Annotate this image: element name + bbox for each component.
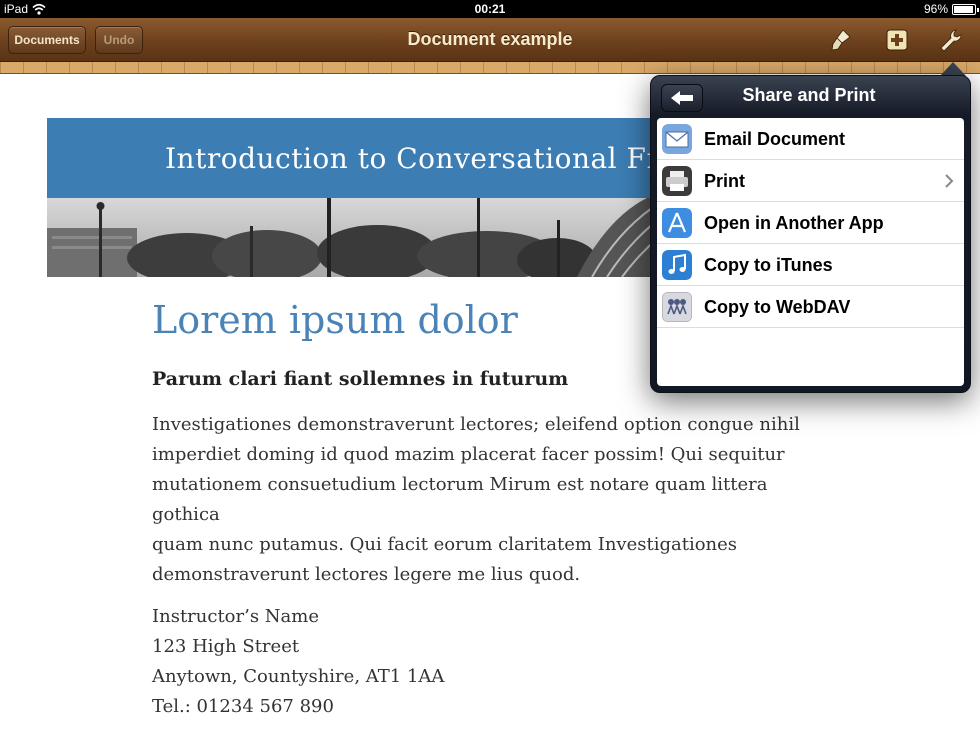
body-line: Investigationes demonstraverunt lectores…: [152, 414, 800, 435]
document-subheading[interactable]: Parum clari fiant sollemnes in futurum: [152, 368, 568, 390]
body-line: demonstraverunt lectores legere me lius …: [152, 564, 581, 585]
ruler[interactable]: [0, 62, 980, 74]
app-store-icon: [662, 208, 692, 238]
street-address: 123 High Street: [152, 636, 300, 657]
contact-block[interactable]: Instructor’s Name 123 High Street Anytow…: [152, 602, 444, 722]
copy-to-itunes-label: Copy to iTunes: [704, 255, 833, 275]
add-icon[interactable]: [884, 27, 910, 53]
print-label: Print: [704, 171, 746, 191]
share-options-list: Email Document Print Open in Another App: [657, 118, 964, 386]
paris-skyline-image: [47, 198, 697, 277]
copy-to-webdav-item[interactable]: Copy to WebDAV: [657, 286, 964, 328]
telephone: Tel.: 01234 567 890: [152, 696, 334, 717]
banner-title: Introduction to Conversational French: [165, 142, 697, 175]
copy-to-itunes-item[interactable]: Copy to iTunes: [657, 244, 964, 286]
popover-arrow: [940, 62, 966, 76]
back-button[interactable]: [661, 84, 703, 112]
popover-title: Share and Print: [742, 85, 876, 105]
body-paragraph[interactable]: Investigationes demonstraverunt lectores…: [152, 410, 832, 590]
battery-percent: 96%: [923, 2, 948, 16]
print-item[interactable]: Print: [657, 160, 964, 202]
wrench-icon[interactable]: [938, 27, 964, 53]
email-document-label: Email Document: [704, 129, 846, 149]
undo-button[interactable]: Undo: [95, 26, 143, 54]
battery-icon: [952, 3, 979, 15]
body-line: imperdiet doming id quod mazim placerat …: [152, 444, 785, 465]
open-in-another-app-item[interactable]: Open in Another App: [657, 202, 964, 244]
open-in-another-app-label: Open in Another App: [704, 213, 884, 233]
toolbar: Documents Undo Document example: [0, 18, 980, 62]
battery-level: [954, 5, 974, 13]
header-photo[interactable]: [47, 198, 697, 277]
chevron-right-icon: [945, 174, 954, 188]
back-arrow-icon: [671, 91, 693, 105]
network-icon: [662, 292, 692, 322]
status-bar: iPad 00:21 96%: [0, 0, 980, 18]
copy-to-webdav-label: Copy to WebDAV: [704, 297, 851, 317]
town-address: Anytown, Countyshire, AT1 1AA: [152, 666, 445, 687]
share-print-popover: Share and Print Email Document Print Ope…: [650, 75, 971, 393]
paintbrush-icon[interactable]: [828, 27, 854, 53]
document-heading[interactable]: Lorem ipsum dolor: [152, 298, 518, 342]
clock: 00:21: [474, 2, 506, 16]
music-note-icon: [662, 250, 692, 280]
body-line: mutationem consuetudium lectorum Mirum e…: [152, 474, 768, 525]
body-line: quam nunc putamus. Qui facit eorum clari…: [152, 534, 738, 555]
email-document-item[interactable]: Email Document: [657, 118, 964, 160]
instructor-name: Instructor’s Name: [152, 606, 320, 627]
documents-button[interactable]: Documents: [8, 26, 86, 54]
title-banner[interactable]: Introduction to Conversational French: [47, 118, 697, 198]
printer-icon: [662, 166, 692, 196]
mail-icon: [662, 124, 692, 154]
